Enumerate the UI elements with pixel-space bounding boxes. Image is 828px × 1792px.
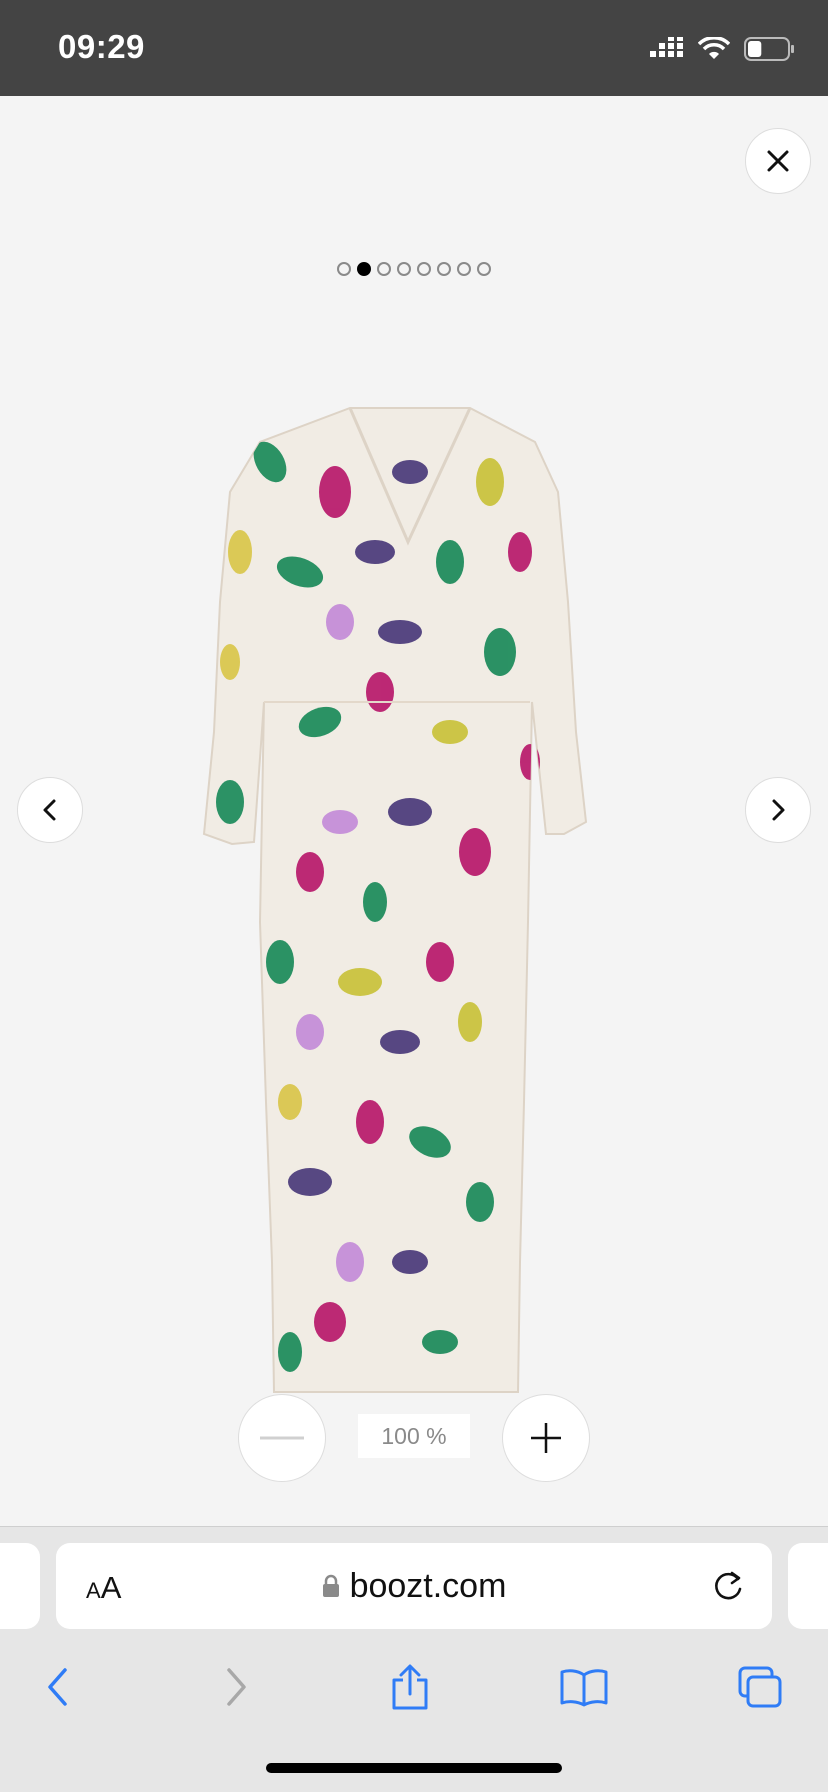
back-button[interactable] — [28, 1657, 88, 1717]
pagination-dot[interactable] — [477, 262, 491, 276]
book-icon — [560, 1669, 608, 1707]
chevron-left-icon — [43, 799, 56, 821]
close-icon — [767, 150, 789, 172]
product-image-wrap-dress[interactable] — [200, 402, 628, 1402]
browser-bar: AA boozt.com — [0, 1526, 828, 1792]
pagination-dot[interactable] — [377, 262, 391, 276]
zoom-in-button[interactable] — [502, 1394, 590, 1482]
status-bar: 09:29 — [0, 0, 828, 96]
address-bar[interactable]: AA boozt.com — [56, 1543, 772, 1629]
back-chevron-icon — [48, 1668, 67, 1706]
pagination-dot[interactable] — [417, 262, 431, 276]
minus-icon — [260, 1436, 304, 1440]
browser-toolbar — [0, 1657, 828, 1727]
close-button[interactable] — [745, 128, 811, 194]
reload-icon[interactable] — [710, 1567, 746, 1605]
lock-icon — [322, 1574, 339, 1597]
tabs-icon — [738, 1666, 782, 1708]
cellular-signal-icon — [650, 37, 683, 57]
tabs-button[interactable] — [730, 1657, 790, 1717]
battery-icon — [744, 37, 794, 61]
next-image-button[interactable] — [745, 777, 811, 843]
status-icons — [650, 34, 794, 64]
url-text: boozt.com — [349, 1566, 507, 1605]
url-container: boozt.com — [56, 1543, 772, 1629]
pagination-dot[interactable] — [437, 262, 451, 276]
share-button[interactable] — [380, 1657, 440, 1717]
home-indicator — [266, 1763, 562, 1773]
pagination-dot[interactable] — [457, 262, 471, 276]
pagination-dot[interactable] — [357, 262, 371, 276]
previous-image-button[interactable] — [17, 777, 83, 843]
forward-button[interactable] — [206, 1657, 266, 1717]
plus-icon — [531, 1423, 561, 1453]
share-icon — [392, 1664, 428, 1710]
chevron-right-icon — [772, 799, 785, 821]
pagination-dots — [0, 262, 828, 276]
pagination-dot[interactable] — [397, 262, 411, 276]
status-time: 09:29 — [58, 28, 145, 65]
next-tab-preview[interactable] — [788, 1543, 828, 1629]
bookmarks-button[interactable] — [554, 1657, 614, 1717]
zoom-out-button[interactable] — [238, 1394, 326, 1482]
image-viewer: 100 % — [0, 96, 828, 1526]
pagination-dot[interactable] — [337, 262, 351, 276]
wifi-icon — [698, 37, 730, 59]
zoom-level: 100 % — [358, 1414, 470, 1458]
previous-tab-preview[interactable] — [0, 1543, 40, 1629]
forward-chevron-icon — [227, 1668, 246, 1706]
